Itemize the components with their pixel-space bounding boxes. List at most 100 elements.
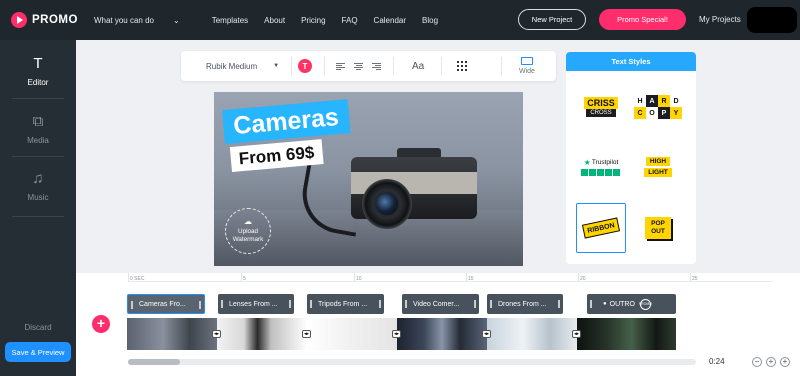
- style-trustpilot[interactable]: ★ Trustpilot: [576, 142, 626, 192]
- ruler-tick: [128, 273, 129, 281]
- promo-special-button[interactable]: Promo Special!: [599, 9, 686, 30]
- avatar[interactable]: [747, 7, 797, 33]
- align-center-button[interactable]: [354, 51, 363, 81]
- nav-link-blog[interactable]: Blog: [422, 16, 438, 25]
- add-scene-button[interactable]: +: [92, 315, 110, 333]
- thumbnail-video-cameras: [397, 318, 487, 350]
- promo-logo-icon: [11, 12, 27, 28]
- thumbnail-cameras: [127, 318, 217, 350]
- style-criss-cross[interactable]: CRISS CROSS: [576, 82, 626, 132]
- ruler-label: 20: [580, 276, 586, 282]
- zoom-in-icon[interactable]: +: [766, 357, 776, 367]
- star-icon: ★: [583, 158, 591, 167]
- sidebar-item-music[interactable]: ♫ Music: [0, 171, 76, 203]
- watermark-label-line1: Upload: [238, 228, 258, 235]
- chevron-down-icon: ▼: [273, 63, 280, 69]
- promo-logo[interactable]: PROMO: [11, 12, 78, 28]
- highlight-text-2: LIGHT: [644, 168, 672, 177]
- style-ribbon[interactable]: RIBBON: [576, 203, 626, 253]
- timeline-scroll-thumb[interactable]: [128, 359, 180, 365]
- transition-icon[interactable]: ◂▸: [302, 330, 311, 338]
- drag-handle-icon[interactable]: [131, 301, 133, 309]
- drag-handle-icon[interactable]: [490, 300, 492, 308]
- grid-layout-button[interactable]: [457, 51, 467, 81]
- ruler-tick: [578, 273, 579, 281]
- left-sidebar: T Editor ⧉ Media ♫ Music Discard Save & …: [0, 40, 76, 376]
- chevron-down-icon: ⌄: [173, 15, 180, 25]
- zoom-out-icon[interactable]: −: [752, 357, 762, 367]
- save-preview-button[interactable]: Save & Preview: [5, 342, 71, 362]
- timeline-clip-cameras[interactable]: Cameras Fro...: [127, 294, 205, 314]
- drag-handle-icon[interactable]: [379, 300, 381, 308]
- sidebar-item-media[interactable]: ⧉ Media: [0, 114, 76, 146]
- text-case-button[interactable]: Aa: [412, 51, 424, 81]
- timeline-clip-outro[interactable]: ● OUTRO PROMO: [587, 294, 676, 314]
- aspect-wide-button[interactable]: Wide: [519, 51, 535, 81]
- timeline-clip-video-cameras[interactable]: Video Comer...: [402, 294, 479, 314]
- nav-link-calendar[interactable]: Calendar: [374, 16, 406, 25]
- wide-aspect-icon: [520, 57, 533, 65]
- font-select[interactable]: Rubik Medium ▼: [206, 51, 279, 81]
- sidebar-divider: [12, 98, 64, 99]
- trustpilot-row: ★ Trustpilot: [584, 158, 619, 167]
- align-right-button[interactable]: [372, 51, 381, 81]
- timeline-scrollbar[interactable]: [128, 359, 696, 365]
- timeline-clip-lenses[interactable]: Lenses From ...: [218, 294, 294, 314]
- sidebar-item-editor[interactable]: T Editor: [0, 55, 76, 88]
- aspect-label: Wide: [519, 68, 535, 75]
- drag-handle-icon[interactable]: [558, 300, 560, 308]
- nav-link-about[interactable]: About: [264, 16, 285, 25]
- style-pop-out[interactable]: POP OUT: [633, 203, 683, 253]
- drag-handle-icon[interactable]: [310, 300, 312, 308]
- new-project-button[interactable]: New Project: [518, 9, 586, 30]
- text-color-button[interactable]: T: [298, 51, 312, 81]
- sidebar-item-label: Editor: [27, 78, 49, 87]
- nav-link-faq[interactable]: FAQ: [342, 16, 358, 25]
- clip-label: OUTRO: [609, 300, 635, 308]
- my-projects-link[interactable]: My Projects: [699, 15, 741, 24]
- sidebar-divider: [12, 216, 64, 217]
- timeline-clip-drones[interactable]: Drones From ...: [487, 294, 563, 314]
- drag-handle-icon[interactable]: [474, 300, 476, 308]
- outro-badge: PROMO: [639, 298, 652, 310]
- highlight-text-1: HIGH: [645, 157, 671, 166]
- discard-button[interactable]: Discard: [0, 323, 76, 332]
- text-t-icon: T: [33, 55, 43, 72]
- video-canvas[interactable]: Cameras From 69$ ☁ Upload Watermark: [214, 92, 523, 266]
- ruler-tick: [466, 273, 467, 281]
- drag-handle-icon[interactable]: [289, 300, 291, 308]
- nav-link-what-you-can-do[interactable]: What you can do ⌄: [94, 16, 196, 25]
- align-left-button[interactable]: [336, 51, 345, 81]
- drag-handle-icon[interactable]: [590, 300, 592, 308]
- drag-handle-icon[interactable]: [199, 301, 201, 309]
- drag-handle-icon[interactable]: [221, 300, 223, 308]
- hard-copy-letter: A: [646, 95, 658, 107]
- toolbar-divider: [441, 57, 442, 75]
- nav-link-templates[interactable]: Templates: [212, 16, 248, 25]
- upload-watermark-button[interactable]: ☁ Upload Watermark: [225, 208, 271, 254]
- transition-icon[interactable]: ◂▸: [212, 330, 221, 338]
- hard-copy-letter: C: [634, 107, 646, 119]
- transition-icon[interactable]: ◂▸: [572, 330, 581, 338]
- timeline-clip-tripods[interactable]: Tripods From ...: [307, 294, 384, 314]
- thumbnail-outro: [577, 318, 676, 350]
- nav-link-pricing[interactable]: Pricing: [301, 16, 325, 25]
- logo-text: PROMO: [32, 14, 78, 26]
- clip-label: Tripods From ...: [318, 300, 368, 308]
- ruler-tick: [690, 273, 691, 281]
- hard-copy-letter: H: [634, 95, 646, 107]
- zoom-in-icon[interactable]: +: [780, 357, 790, 367]
- clip-label: Drones From ...: [498, 300, 547, 308]
- transition-icon[interactable]: ◂▸: [482, 330, 491, 338]
- style-criss-text: CRISS: [584, 97, 618, 109]
- transition-icon[interactable]: ◂▸: [392, 330, 401, 338]
- sidebar-divider: [12, 156, 64, 157]
- hard-copy-letter: P: [658, 107, 670, 119]
- watermark-label-line2: Watermark: [232, 236, 264, 243]
- style-hard-copy[interactable]: H A R D C O P Y: [633, 82, 683, 132]
- style-highlight[interactable]: HIGH LIGHT: [633, 142, 683, 192]
- drag-handle-icon[interactable]: [405, 300, 407, 308]
- hard-copy-letter: D: [670, 95, 682, 107]
- canvas-headline-text[interactable]: Cameras: [222, 99, 351, 144]
- toolbar-divider: [324, 57, 325, 75]
